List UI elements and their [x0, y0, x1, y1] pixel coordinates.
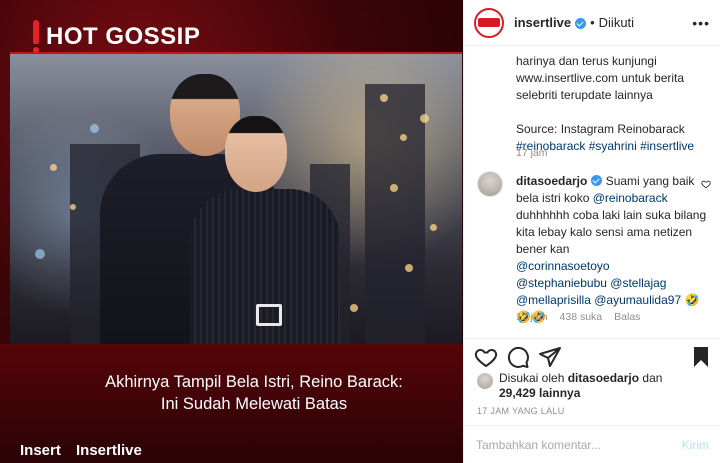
post-side-panel: insertlive • Diikuti ••• harinya dan ter… — [463, 0, 720, 463]
bokeh-light — [50, 164, 57, 171]
bokeh-light — [90, 124, 99, 133]
laughing-emoji: 🤣 — [684, 293, 700, 307]
brand-insert: Insert — [20, 442, 61, 459]
comment-input[interactable] — [476, 437, 682, 452]
share-icon[interactable] — [538, 345, 562, 369]
comment-icon[interactable] — [506, 345, 530, 369]
likes-connector: dan — [642, 371, 663, 385]
post-headline: Akhirnya Tampil Bela Istri, Reino Barack… — [105, 373, 403, 413]
caption-line: selebriti terupdate lainnya — [516, 88, 653, 102]
send-comment-button[interactable]: Kirim — [682, 438, 709, 452]
bokeh-light — [390, 184, 398, 192]
liker-username[interactable]: ditasoedarjo — [568, 371, 639, 385]
exclamation-icon — [30, 20, 42, 54]
mention-link[interactable]: @ayumaulida97 — [594, 293, 681, 307]
caption-source: Source: Instagram Reinobarack — [516, 122, 685, 136]
belt-buckle — [256, 304, 282, 326]
likes-text: Disukai oleh ditasoedarjo dan 29,429 lai… — [499, 371, 709, 401]
account-username[interactable]: insertlive — [514, 15, 571, 30]
woman-head — [225, 116, 287, 192]
comment-like-heart-icon[interactable] — [701, 179, 711, 189]
bookmark-icon[interactable] — [689, 345, 713, 369]
liker-avatar[interactable] — [477, 373, 493, 389]
bokeh-light — [350, 304, 358, 312]
account-avatar[interactable] — [474, 7, 504, 38]
likes-prefix: Disukai oleh — [499, 371, 565, 385]
caption-time: 17 jam — [516, 147, 548, 159]
commenter-avatar[interactable] — [477, 171, 503, 197]
bokeh-light — [35, 249, 45, 259]
hot-gossip-label: HOT GOSSIP — [46, 23, 201, 50]
verified-badge-icon — [575, 18, 587, 29]
comment-time: 17 jam — [516, 311, 548, 323]
hot-gossip-tag: HOT GOSSIP — [30, 20, 200, 54]
mention-link[interactable]: @stellajag — [610, 276, 666, 290]
bg-building — [365, 84, 425, 344]
post-header: insertlive • Diikuti ••• — [464, 0, 720, 46]
couple-photo — [10, 52, 462, 344]
mention-link[interactable]: @mellaprisilla — [516, 293, 591, 307]
follow-status-button[interactable]: Diikuti — [599, 15, 634, 30]
commenter-username[interactable]: ditasoedarjo — [516, 174, 587, 188]
mention-link[interactable]: @reinobarack — [593, 191, 668, 205]
bokeh-light — [430, 224, 437, 231]
mention-link[interactable]: @stephaniebubu — [516, 276, 607, 290]
post-actions-bar — [464, 338, 720, 372]
comments-scroll-area[interactable]: harinya dan terus kunjungi www.insertliv… — [464, 47, 720, 337]
bokeh-light — [70, 204, 76, 210]
post-timestamp: 17 JAM YANG LALU — [477, 406, 565, 416]
caption-line: harinya dan terus kunjungi — [516, 54, 657, 68]
comment-like-count[interactable]: 438 suka — [560, 311, 603, 323]
bokeh-light — [405, 264, 413, 272]
more-options-icon[interactable]: ••• — [692, 16, 710, 30]
reply-button[interactable]: Balas — [614, 311, 640, 323]
brand-insertlive: Insertlive — [76, 442, 142, 459]
bokeh-light — [380, 94, 388, 102]
verified-badge-icon — [591, 175, 603, 186]
heart-icon[interactable] — [474, 345, 498, 369]
post-caption: harinya dan terus kunjungi www.insertliv… — [516, 53, 712, 155]
mention-link[interactable]: @corinnasoetoyo — [516, 259, 610, 273]
comment-meta: 17 jam 438 suka Balas — [516, 311, 640, 323]
insertlive-logo — [478, 18, 500, 27]
caption-link-line: www.insertlive.com untuk berita — [516, 71, 685, 85]
header-separator: • — [590, 15, 595, 30]
comment-text: ditasoedarjo Suami yang baik bela istri … — [516, 173, 716, 326]
likes-count[interactable]: 29,429 lainnya — [499, 386, 580, 400]
post-image[interactable]: HOT GOSSIP Akhirnya Tampil Bela Istri, R… — [0, 0, 463, 463]
add-comment-bar: Kirim — [464, 425, 720, 463]
bokeh-light — [400, 134, 407, 141]
comment-text-part: duhhhhhh coba laki lain suka bilang kita… — [516, 208, 707, 256]
bokeh-light — [420, 114, 429, 123]
